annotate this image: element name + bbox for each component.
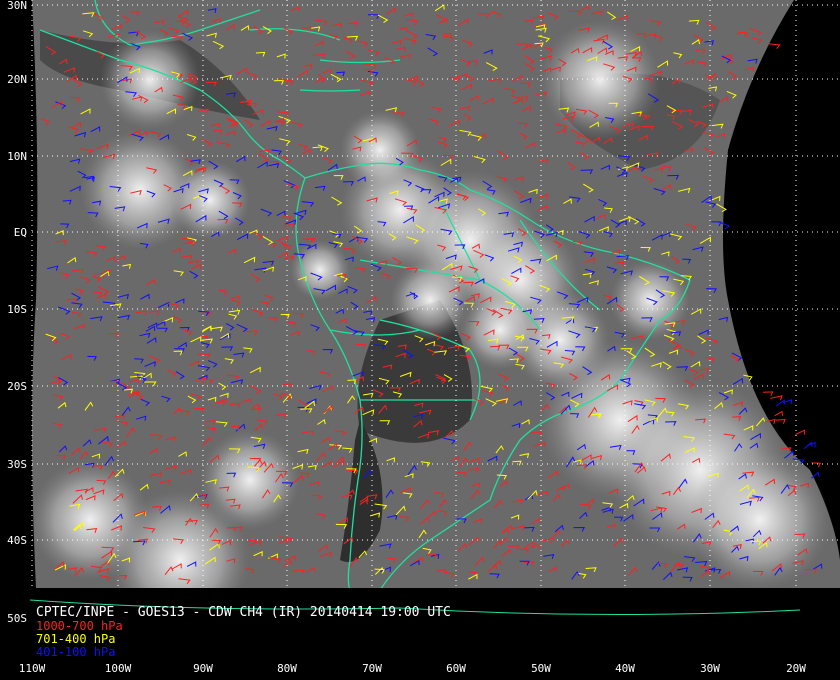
lat-label: 50S [7,612,27,625]
cloud-patch [610,260,690,340]
cloud-patch [290,240,350,300]
lon-label: 90W [193,662,213,675]
wind-barb [774,410,783,417]
cloud-patch [460,290,540,370]
lon-label: 80W [277,662,297,675]
wind-barb [762,391,774,397]
legend-label-low: 1000-700 hPa [36,619,123,633]
lon-label: 20W [786,662,806,675]
lat-label: 20N [7,73,27,86]
lon-label: 70W [362,662,382,675]
lat-label: 30S [7,458,27,471]
wind-barb [775,399,786,407]
wind-barb [775,419,786,424]
cloud-patch [100,30,200,130]
lon-label: 40W [615,662,635,675]
lon-label: 30W [700,662,720,675]
cloud-patch [340,110,420,190]
lat-label: EQ [14,226,27,239]
wind-barb [770,395,783,401]
lat-label: 30N [7,0,27,12]
lon-label: 50W [531,662,551,675]
lon-label: 110W [19,662,46,675]
lat-label: 10S [7,303,27,316]
legend-label-high: 401-100 hPa [36,645,115,659]
lat-label: 10N [7,150,27,163]
lat-label: 40S [7,534,27,547]
lat-label: 20S [7,380,27,393]
wind-barb [795,429,805,436]
cloud-patch [170,160,250,240]
latitude-labels: 30N 20N 10N EQ 10S 20S 30S 40S 50S [7,0,27,625]
lon-label: 60W [446,662,466,675]
satellite-wind-map: 30N 20N 10N EQ 10S 20S 30S 40S 50S 110W 100W 90W 80… [0,0,840,680]
legend-label-mid: 701-400 hPa [36,632,115,646]
lon-label: 100W [105,662,132,675]
caption-title: CPTEC/INPE - GOES13 - CDW CH4 (IR) 20140… [36,605,451,620]
wind-barb [767,43,781,49]
